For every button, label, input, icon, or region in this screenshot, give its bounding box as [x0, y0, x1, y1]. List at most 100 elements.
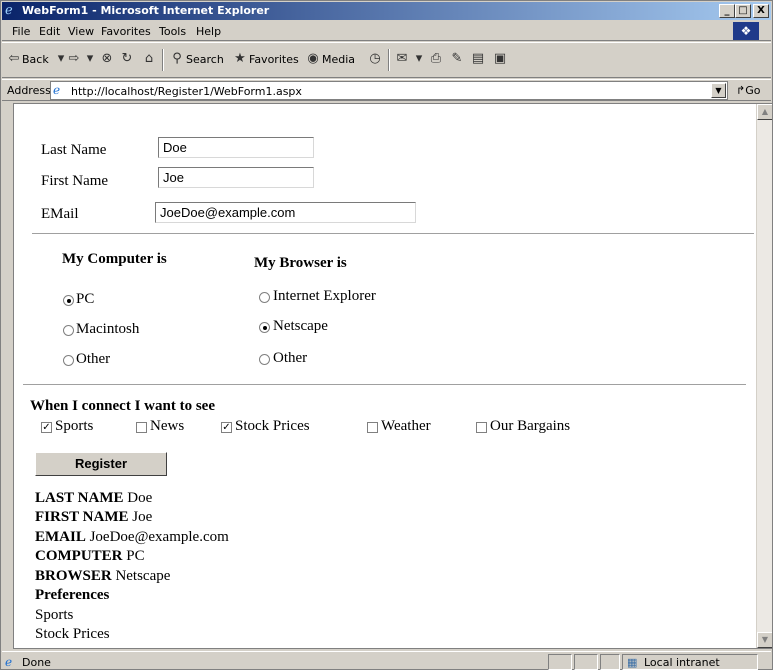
title-bar: ℯ WebForm1 - Microsoft Internet Explorer… — [2, 2, 771, 20]
computer-option-other: Other — [76, 351, 111, 367]
weather-label: Weather — [381, 418, 431, 434]
news-label: News — [150, 418, 185, 434]
window-title: WebForm1 - Microsoft Internet Explorer — [22, 4, 270, 17]
scroll-up-icon[interactable]: ▲ — [757, 104, 772, 120]
first-name-label: First Name — [41, 173, 109, 189]
output-preference-item: Stock Prices — [35, 626, 110, 642]
stop-icon[interactable]: ⊗ — [99, 51, 115, 67]
register-button[interactable]: Register — [35, 452, 167, 476]
toolbar-separator — [388, 49, 390, 71]
computer-radio-pc[interactable] — [63, 295, 74, 306]
status-bar: ℯ Done ▦ Local intranet — [2, 651, 771, 670]
divider — [23, 384, 746, 386]
toolbar-separator — [162, 49, 164, 71]
scroll-down-icon[interactable]: ▼ — [757, 632, 772, 648]
email-input[interactable]: JoeDoe@example.com — [155, 202, 416, 223]
page-done-icon: ℯ — [5, 655, 13, 669]
favorites-icon[interactable]: ★ — [232, 51, 248, 67]
menu-file[interactable]: File — [12, 25, 30, 38]
browser-option-netscape: Netscape — [273, 318, 328, 334]
output-preferences-key: Preferences — [35, 587, 110, 603]
connect-heading: When I connect I want to see — [30, 398, 215, 414]
status-panel — [574, 654, 598, 670]
news-checkbox[interactable] — [136, 422, 147, 433]
maximize-button[interactable]: □ — [735, 4, 751, 18]
output-browser: BROWSER Netscape — [35, 568, 170, 585]
home-icon[interactable]: ⌂ — [141, 51, 157, 67]
first-name-input[interactable]: Joe — [158, 167, 314, 188]
our-bargains-checkbox[interactable] — [476, 422, 487, 433]
browser-radio-other[interactable] — [259, 354, 270, 365]
computer-radio-macintosh[interactable] — [63, 325, 74, 336]
menu-edit[interactable]: Edit — [39, 25, 60, 38]
back-button[interactable]: Back — [22, 53, 49, 66]
browser-radio-ie[interactable] — [259, 292, 270, 303]
computer-heading: My Computer is — [62, 251, 167, 267]
last-name-label: Last Name — [41, 142, 107, 158]
output-preference-item: Sports — [35, 607, 74, 623]
minimize-button[interactable]: _ — [719, 4, 735, 18]
intranet-icon: ▦ — [627, 656, 638, 669]
page-viewport: Last Name Doe First Name Joe EMail JoeDo… — [13, 103, 773, 649]
status-panel — [548, 654, 572, 670]
browser-radio-netscape[interactable] — [259, 322, 270, 333]
address-url: http://localhost/Register1/WebForm1.aspx — [71, 85, 302, 98]
output-browser-value: Netscape — [115, 568, 171, 584]
computer-radio-other[interactable] — [63, 355, 74, 366]
status-text: Done — [22, 656, 51, 669]
media-icon[interactable]: ◉ — [305, 51, 321, 67]
output-computer-value: PC — [126, 548, 145, 564]
mail-dropdown-icon[interactable]: ▾ — [411, 51, 427, 67]
computer-option-macintosh: Macintosh — [76, 321, 140, 337]
output-email-key: EMAIL — [35, 529, 86, 545]
messenger-icon[interactable]: ▣ — [492, 51, 508, 67]
browser-heading: My Browser is — [254, 255, 347, 271]
page-icon: ℯ — [53, 83, 61, 97]
output-last-name: LAST NAME Doe — [35, 490, 152, 507]
menu-favorites[interactable]: Favorites — [101, 25, 151, 38]
output-last-name-key: LAST NAME — [35, 490, 124, 506]
go-arrow-icon: ↱ — [736, 84, 746, 97]
zone-text: Local intranet — [644, 656, 720, 669]
email-label: EMail — [41, 206, 79, 222]
history-icon[interactable]: ◷ — [367, 51, 383, 67]
favorites-button[interactable]: Favorites — [249, 53, 299, 66]
back-arrow-icon[interactable]: ⇦ — [6, 51, 22, 67]
sports-checkbox[interactable]: ✓ — [41, 422, 52, 433]
go-label: Go — [745, 84, 761, 97]
stock-prices-label: Stock Prices — [235, 418, 310, 434]
vertical-scrollbar[interactable]: ▲ ▼ — [756, 104, 772, 648]
our-bargains-label: Our Bargains — [490, 418, 571, 434]
divider — [32, 233, 754, 235]
computer-option-pc: PC — [76, 291, 95, 307]
output-email: EMAIL JoeDoe@example.com — [35, 529, 229, 546]
address-dropdown-icon[interactable]: ▼ — [711, 83, 726, 98]
mail-icon[interactable]: ✉ — [394, 51, 410, 67]
search-button[interactable]: Search — [186, 53, 224, 66]
browser-window: ℯ WebForm1 - Microsoft Internet Explorer… — [0, 0, 773, 670]
ie-logo-icon: ℯ — [5, 3, 13, 18]
discuss-icon[interactable]: ▤ — [470, 51, 486, 67]
address-input[interactable]: ℯ http://localhost/Register1/WebForm1.as… — [50, 81, 728, 100]
toolbar: ⇦ Back ▾ ⇨ ▾ ⊗ ↻ ⌂ ⚲ Search ★ Favorites … — [2, 42, 771, 78]
print-icon[interactable]: ⎙ — [428, 51, 444, 67]
search-icon[interactable]: ⚲ — [169, 51, 185, 67]
forward-dropdown-icon[interactable]: ▾ — [82, 51, 98, 67]
forward-arrow-icon[interactable]: ⇨ — [66, 51, 82, 67]
stock-prices-checkbox[interactable]: ✓ — [221, 422, 232, 433]
refresh-icon[interactable]: ↻ — [119, 51, 135, 67]
media-button[interactable]: Media — [322, 53, 355, 66]
output-email-value: JoeDoe@example.com — [89, 529, 229, 545]
address-label: Address — [7, 84, 51, 97]
edit-icon[interactable]: ✎ — [449, 51, 465, 67]
menu-view[interactable]: View — [68, 25, 94, 38]
output-last-name-value: Doe — [127, 490, 153, 506]
output-browser-key: BROWSER — [35, 568, 112, 584]
close-button[interactable]: X — [753, 4, 769, 18]
menu-tools[interactable]: Tools — [159, 25, 186, 38]
go-button[interactable]: ↱Go — [736, 84, 760, 97]
menu-help[interactable]: Help — [196, 25, 221, 38]
last-name-input[interactable]: Doe — [158, 137, 314, 158]
output-first-name-value: Joe — [132, 509, 153, 525]
weather-checkbox[interactable] — [367, 422, 378, 433]
